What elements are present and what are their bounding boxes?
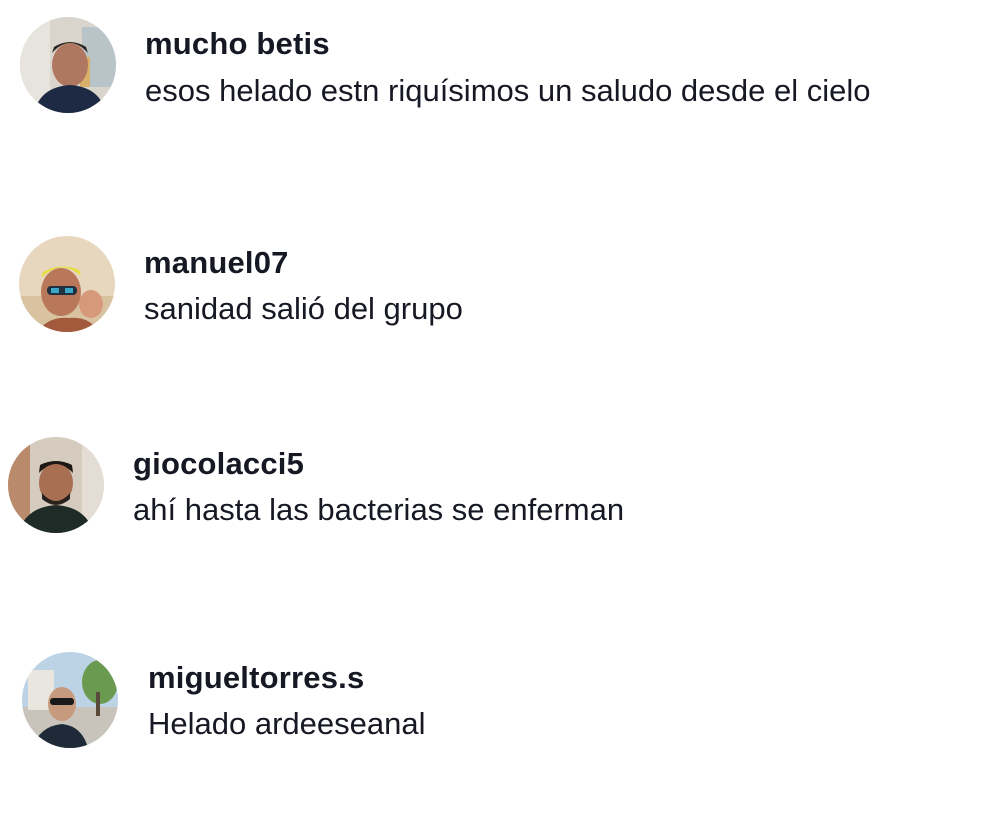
user-avatar[interactable] (20, 17, 116, 113)
comment-username[interactable]: migueltorres.s (148, 660, 364, 696)
comment-item: mucho betis esos helado estn riquísimos … (0, 14, 990, 124)
comment-item: manuel07 sanidad salió del grupo (0, 233, 990, 343)
comment-item: giocolacci5 ahí hasta las bacterias se e… (0, 434, 990, 544)
user-avatar[interactable] (22, 652, 118, 748)
user-avatar[interactable] (8, 437, 104, 533)
comment-text: ahí hasta las bacterias se enferman (133, 492, 625, 527)
avatar-photo-icon (22, 652, 118, 748)
avatar-photo-icon (20, 17, 116, 113)
comment-username[interactable]: mucho betis (145, 26, 330, 62)
avatar-photo-icon (8, 437, 104, 533)
comment-text: sanidad salió del grupo (144, 291, 463, 326)
comment-text: esos helado estn riquísimos un saludo de… (145, 73, 871, 108)
user-avatar[interactable] (19, 236, 115, 332)
avatar-photo-icon (19, 236, 115, 332)
comment-text: Helado ardeeseanal (148, 706, 426, 741)
comment-username[interactable]: manuel07 (144, 245, 289, 281)
comment-item: migueltorres.s Helado ardeeseanal (0, 649, 990, 759)
comment-username[interactable]: giocolacci5 (133, 446, 304, 482)
